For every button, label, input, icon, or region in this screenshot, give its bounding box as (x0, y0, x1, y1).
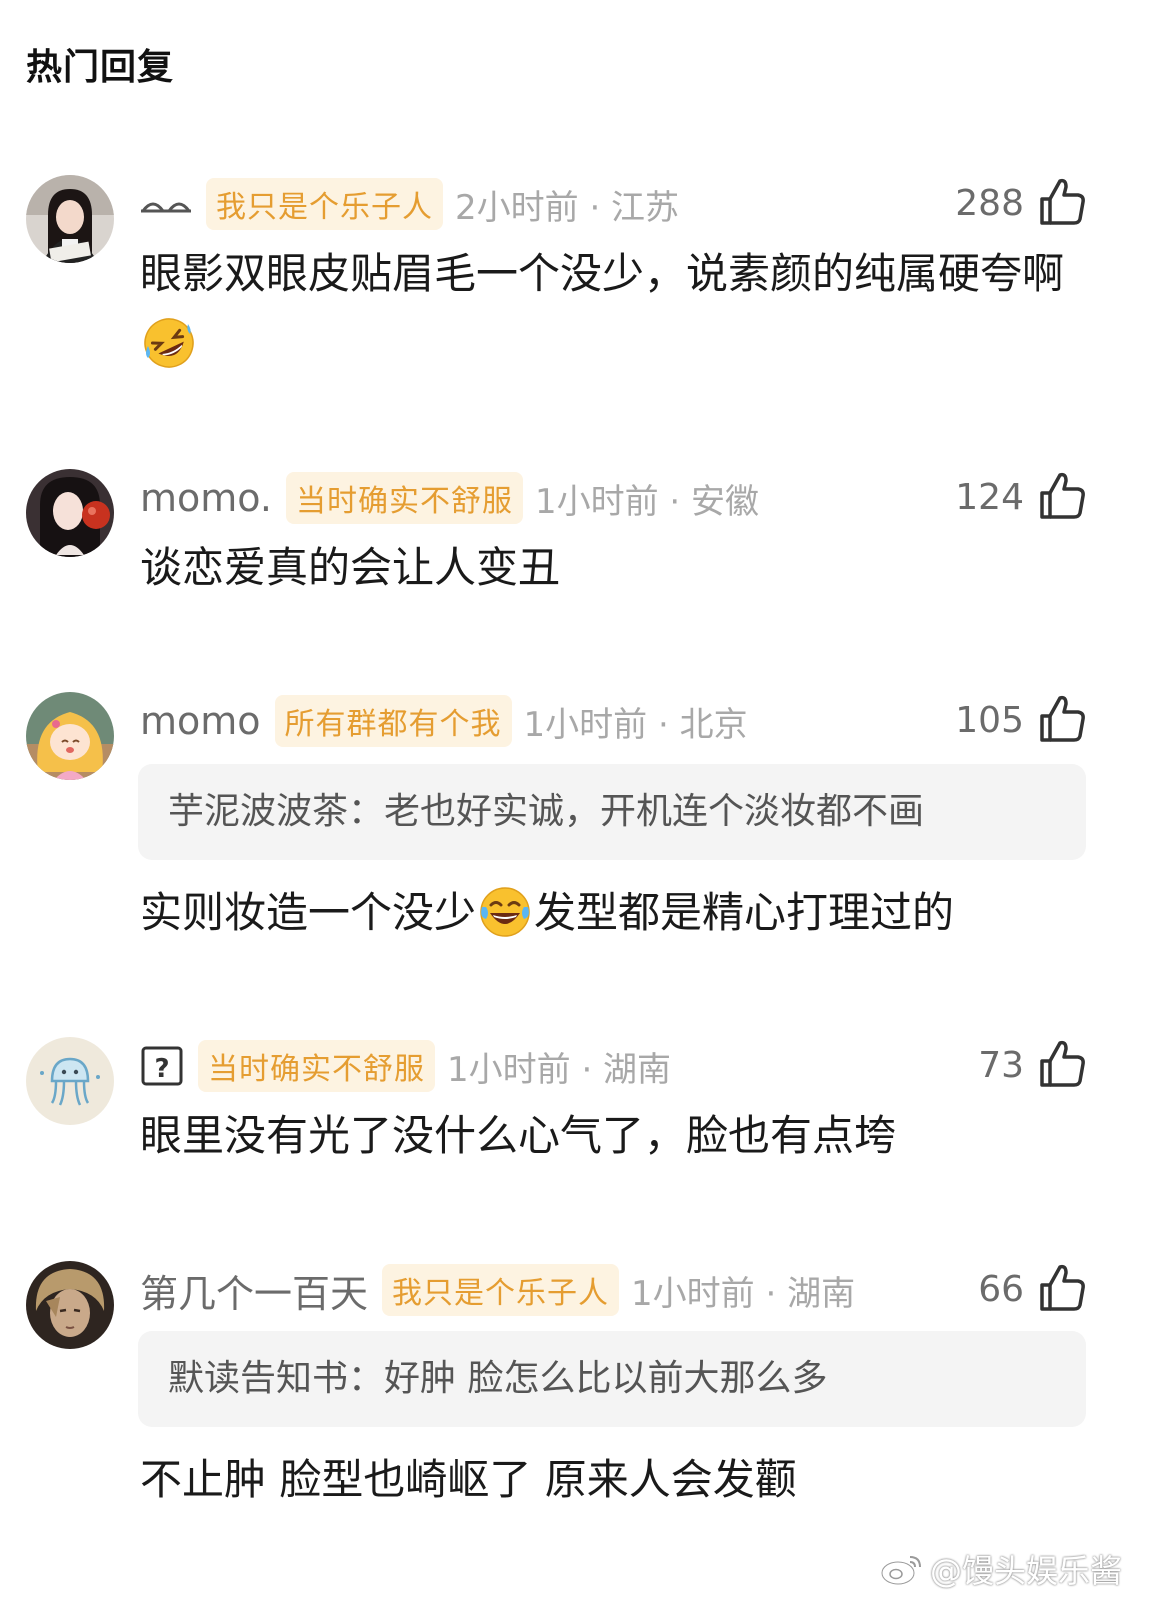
comment-text: 谈恋爱真的会让人变丑 (140, 543, 561, 592)
avatar[interactable] (26, 1261, 114, 1349)
username[interactable]: momo (140, 699, 261, 743)
username[interactable]: 第几个一百天 (140, 1263, 368, 1318)
thumbs-up-icon[interactable] (1038, 175, 1086, 227)
watermark-text: @馒头娱乐酱 (929, 1552, 1122, 1590)
comment-time: 1小时前 · 湖南 (447, 1049, 672, 1090)
like-count: 288 (955, 183, 1024, 224)
section-title: 热门回复 (26, 47, 175, 88)
thumbs-up-icon[interactable] (1038, 1037, 1086, 1089)
comment-meta: momo 所有群都有个我 1小时前 · 北京 (140, 694, 748, 748)
svg-text:?: ? (154, 1054, 169, 1084)
comment-meta: ? 当时确实不舒服 1小时前 · 湖南 (140, 1039, 671, 1093)
comment-time: 1小时前 · 北京 (523, 704, 748, 745)
comment-time: 1小时前 · 湖南 (631, 1273, 856, 1314)
thumbs-up-icon[interactable] (1038, 1261, 1086, 1313)
comment-text-content: 发型都是精心打理过的 (534, 888, 955, 937)
thumbs-up-icon[interactable] (1038, 692, 1086, 744)
comment-meta: 第几个一百天 我只是个乐子人 1小时前 · 湖南 (140, 1263, 855, 1317)
avatar[interactable] (26, 175, 114, 263)
comment-text-content: 实则妆造一个没少 (140, 888, 477, 937)
like-count: 66 (978, 1269, 1024, 1310)
comment-text: 眼里没有光了没什么心气了，脸也有点垮 (140, 1111, 897, 1160)
comment-meta: 我只是个乐子人 2小时前 · 江苏 (140, 177, 679, 231)
watermark: @馒头娱乐酱 (880, 1546, 1122, 1592)
rofl-emoji-icon (144, 317, 194, 368)
thumbs-up-icon[interactable] (1038, 469, 1086, 521)
weibo-logo-icon (880, 1556, 921, 1586)
like-count: 73 (978, 1045, 1024, 1086)
tears-of-joy-emoji-icon (480, 886, 530, 937)
question-box-icon[interactable]: ? (140, 1044, 184, 1088)
avatar[interactable] (26, 1037, 114, 1125)
quoted-reply[interactable]: 默读告知书：好肿 脸怎么比以前大那么多 (138, 1331, 1086, 1427)
comment-time: 1小时前 · 安徽 (534, 481, 760, 522)
comment-time: 2小时前 · 江苏 (455, 187, 680, 228)
user-badge: 我只是个乐子人 (206, 178, 443, 230)
like-count: 124 (955, 477, 1024, 518)
quoted-reply[interactable]: 芋泥波波茶：老也好实诚，开机连个淡妆都不画 (138, 764, 1086, 860)
user-badge: 所有群都有个我 (274, 695, 512, 747)
avatar[interactable] (26, 469, 114, 557)
comment-text: 不止肿 脸型也崎岖了 原来人会发颧 (140, 1455, 797, 1504)
closed-eyes-icon[interactable] (140, 189, 192, 219)
user-badge: 我只是个乐子人 (382, 1264, 620, 1316)
comment-text: 眼影双眼皮贴眉毛一个没少，说素颜的纯属硬夸啊 (140, 239, 1080, 379)
comment-text: 实则妆造一个没少 发型都是精心打理过的 (140, 878, 1080, 948)
comment-meta: momo. 当时确实不舒服 1小时前 · 安徽 (140, 471, 759, 525)
avatar[interactable] (26, 692, 114, 780)
comment-text-content: 眼影双眼皮贴眉毛一个没少，说素颜的纯属硬夸啊 (140, 249, 1065, 298)
user-badge: 当时确实不舒服 (198, 1040, 435, 1092)
username[interactable]: momo. (140, 476, 272, 520)
user-badge: 当时确实不舒服 (285, 472, 523, 524)
like-count: 105 (955, 700, 1024, 741)
